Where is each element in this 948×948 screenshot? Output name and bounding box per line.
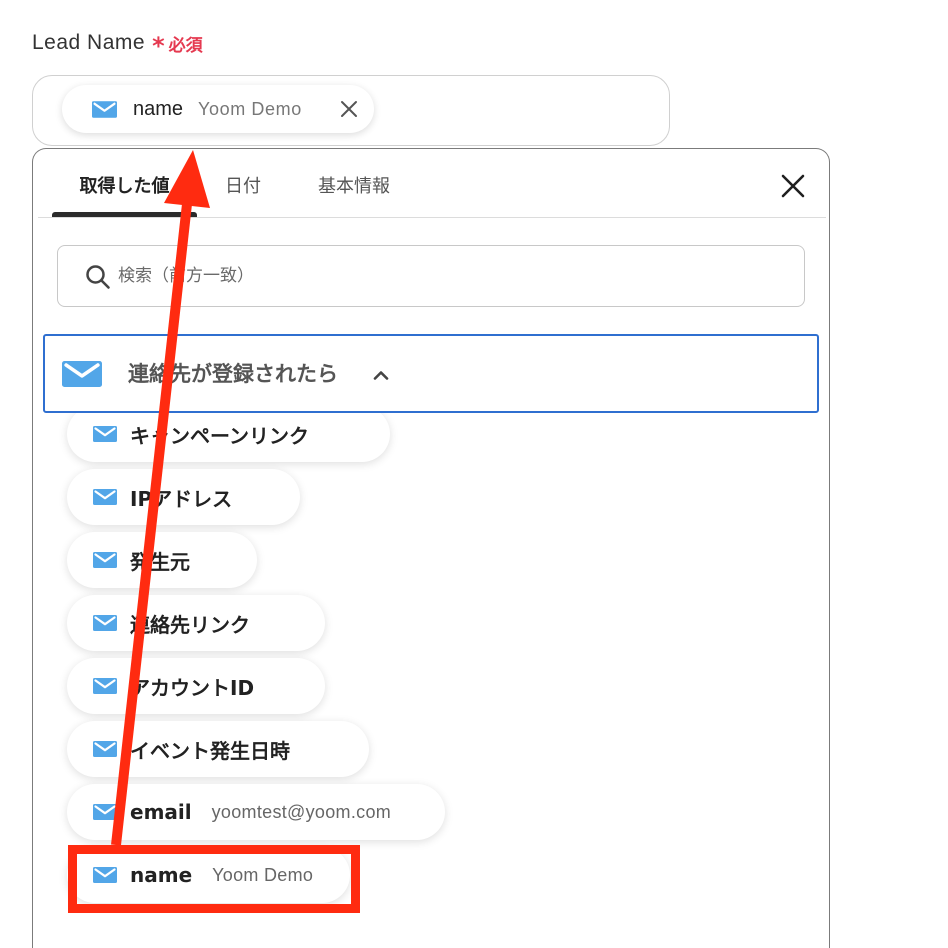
variable-label: 発生元 [130,549,190,574]
envelope-icon [93,741,117,757]
lead-name-input[interactable]: name Yoom Demo [32,75,670,146]
tab-basic-info[interactable]: 基本情報 [299,149,409,217]
envelope-icon [92,101,117,118]
variable-label: IPアドレス [130,486,233,511]
variable-item-email[interactable]: email yoomtest@yoom.com [67,784,445,840]
envelope-icon [93,804,117,820]
section-title: 連絡先が登録されたら [128,362,338,386]
variable-picker-panel: 取得した値 日付 基本情報 連絡先が登録されたら [32,148,830,948]
variable-label: アカウントID [130,675,255,700]
variable-label: キャンペーンリンク [130,423,309,448]
variable-value: yoomtest@yoom.com [211,801,392,822]
variable-item-contact-link[interactable]: 連絡先リンク [67,595,325,651]
variable-item-ip-address[interactable]: IPアドレス [67,469,300,525]
close-icon[interactable] [780,173,806,199]
required-badge: 必須 [168,35,203,56]
envelope-icon [93,615,117,631]
variable-label: email [130,800,192,824]
page: Lead Name * 必須 name Yoom Demo 取得した値 日付 基… [0,0,948,948]
tab-acquired-values[interactable]: 取得した値 [52,149,197,217]
required-asterisk: * [152,32,165,60]
variable-label: イベント発生日時 [130,738,290,763]
envelope-icon [93,426,117,442]
variable-item-name[interactable]: name Yoom Demo [67,847,350,903]
chip-value: Yoom Demo [198,98,302,119]
tab-label: 基本情報 [318,176,390,197]
search-icon [86,265,110,289]
variable-item-campaign-link[interactable]: キャンペーンリンク [67,406,390,462]
variable-item-event-datetime[interactable]: イベント発生日時 [67,721,369,777]
search-input[interactable] [118,246,788,306]
variable-item-source[interactable]: 発生元 [67,532,257,588]
tab-date[interactable]: 日付 [208,149,278,217]
variable-item-account-id[interactable]: アカウントID [67,658,325,714]
close-icon[interactable] [340,100,358,118]
trigger-section-header[interactable]: 連絡先が登録されたら [43,334,819,413]
envelope-icon [93,489,117,505]
field-label-text: Lead Name [32,31,146,54]
tab-divider [38,217,826,218]
variable-label: 連絡先リンク [130,612,250,637]
tab-label: 取得した値 [79,176,170,197]
chevron-up-icon[interactable] [372,368,390,382]
field-label: Lead Name * 必須 [32,29,203,60]
envelope-icon [62,361,102,387]
search-box [57,245,805,307]
variable-label: name [130,863,193,887]
selected-variable-chip[interactable]: name Yoom Demo [62,85,374,133]
envelope-icon [93,678,117,694]
envelope-icon [93,867,117,883]
chip-name: name [133,97,184,120]
tab-label: 日付 [225,176,261,197]
variable-value: Yoom Demo [212,864,314,885]
envelope-icon [93,552,117,568]
